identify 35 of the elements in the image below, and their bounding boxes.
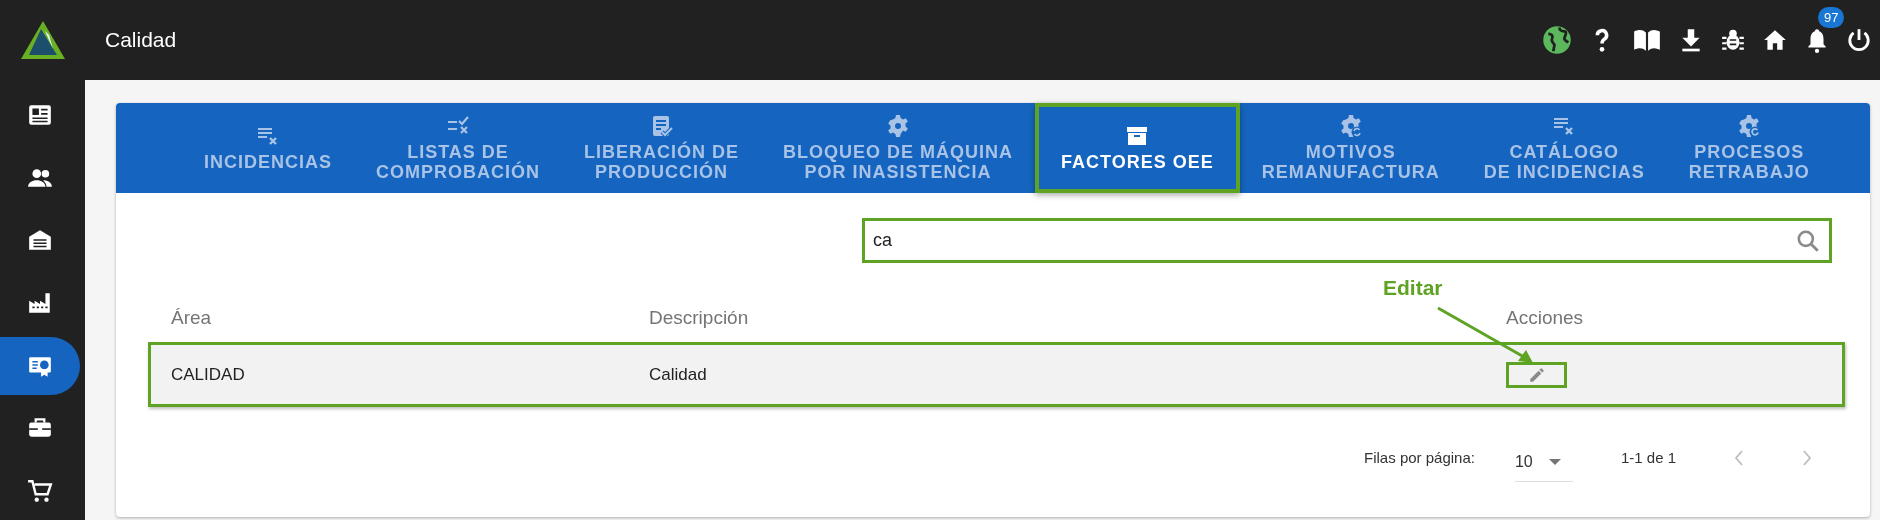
globe-icon[interactable] [1542, 25, 1572, 55]
gear-sync-icon [1338, 114, 1363, 138]
table-cell-text: CALIDAD [171, 364, 246, 385]
tab[interactable]: MOTIVOS REMANUFACTURA [1239, 103, 1462, 193]
bug-icon[interactable] [1720, 27, 1746, 53]
edit-button[interactable] [1506, 361, 1567, 388]
caret-icon [1548, 459, 1561, 465]
column-header: Acciones [1506, 307, 1585, 329]
annotation-label: Editar [1383, 276, 1443, 300]
tab[interactable]: PROCESOS RETRABAJO [1666, 103, 1832, 193]
tab[interactable]: INCIDENCIAS [182, 103, 354, 193]
table-row[interactable]: CALIDAD Calidad [148, 342, 1845, 407]
pencil-icon [1527, 365, 1546, 384]
notification-badge: 97 [1818, 7, 1845, 28]
rows-per-page-select[interactable]: 10 [1514, 447, 1573, 482]
column-header: Descripción [649, 307, 750, 329]
sidebar-item[interactable] [0, 336, 80, 395]
page-title: Calidad [105, 28, 177, 52]
tab[interactable]: FACTORES OEE [1035, 103, 1240, 193]
logo-icon [18, 19, 67, 61]
search-field[interactable]: ca [862, 218, 1832, 263]
column-header: Área [171, 307, 213, 329]
page-range: 1-1 de 1 [1620, 449, 1676, 466]
archive-icon [1125, 124, 1150, 148]
factory-icon [27, 290, 53, 316]
power-icon[interactable] [1846, 27, 1872, 53]
tab[interactable]: LISTAS DE COMPROBACIÓN [354, 103, 562, 193]
cart-icon [27, 478, 53, 505]
tab[interactable]: LIBERACIÓN DE PRODUCCIÓN [562, 103, 762, 193]
table-cell-text: Calidad [649, 364, 708, 385]
gear-refresh-icon [1737, 114, 1762, 138]
gear-icon [886, 114, 911, 138]
tab[interactable]: CATÁLOGO DE INCIDENCIAS [1461, 103, 1667, 193]
tab[interactable]: BLOQUEO DE MÁQUINA POR INASISTENCIA [761, 103, 1036, 193]
rows-per-page-label: Filas por página: [1364, 449, 1475, 466]
